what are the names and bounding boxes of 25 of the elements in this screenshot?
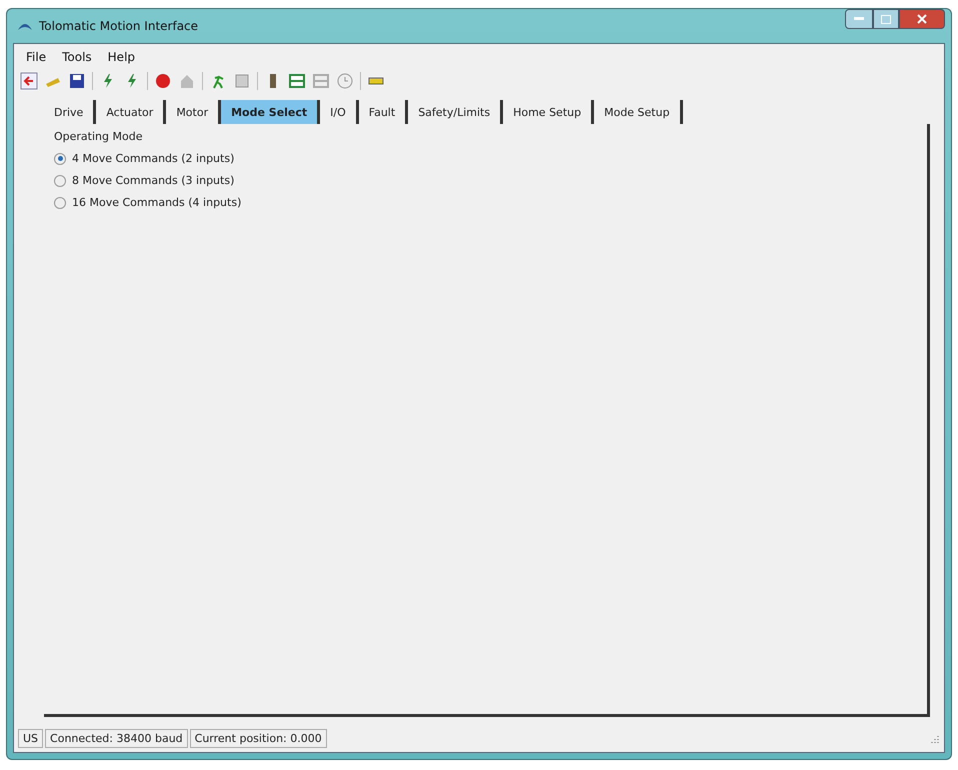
resize-grip-icon[interactable] — [930, 734, 940, 744]
status-text: Connected: 38400 baud — [45, 729, 188, 748]
menu-item[interactable]: Help — [102, 48, 142, 66]
minimize-button[interactable] — [845, 9, 873, 29]
close-button[interactable] — [899, 9, 945, 29]
maximize-icon — [881, 14, 891, 24]
clock-icon[interactable] — [336, 72, 354, 90]
stop-icon[interactable] — [154, 72, 172, 90]
maximize-button[interactable] — [873, 9, 899, 29]
radio-button[interactable] — [54, 174, 66, 186]
window-title: Tolomatic Motion Interface — [39, 19, 198, 33]
tab[interactable]: Mode Select — [221, 100, 320, 124]
option-label: 16 Move Commands (4 inputs) — [72, 196, 242, 209]
menu-item[interactable]: File — [20, 48, 52, 66]
option-label: 4 Move Commands (2 inputs) — [72, 152, 234, 165]
status-text: US — [18, 729, 44, 748]
minimize-icon — [854, 17, 864, 21]
menu-item[interactable]: Tools — [56, 48, 98, 66]
radio-button[interactable] — [54, 152, 66, 164]
close-icon — [917, 14, 927, 24]
status-text: Current position: 0.000 — [190, 729, 327, 748]
radio-button[interactable] — [54, 196, 66, 208]
option-label: 8 Move Commands (3 inputs) — [72, 174, 234, 187]
save-icon[interactable] — [68, 72, 86, 90]
group-title: Operating Mode — [54, 130, 144, 143]
